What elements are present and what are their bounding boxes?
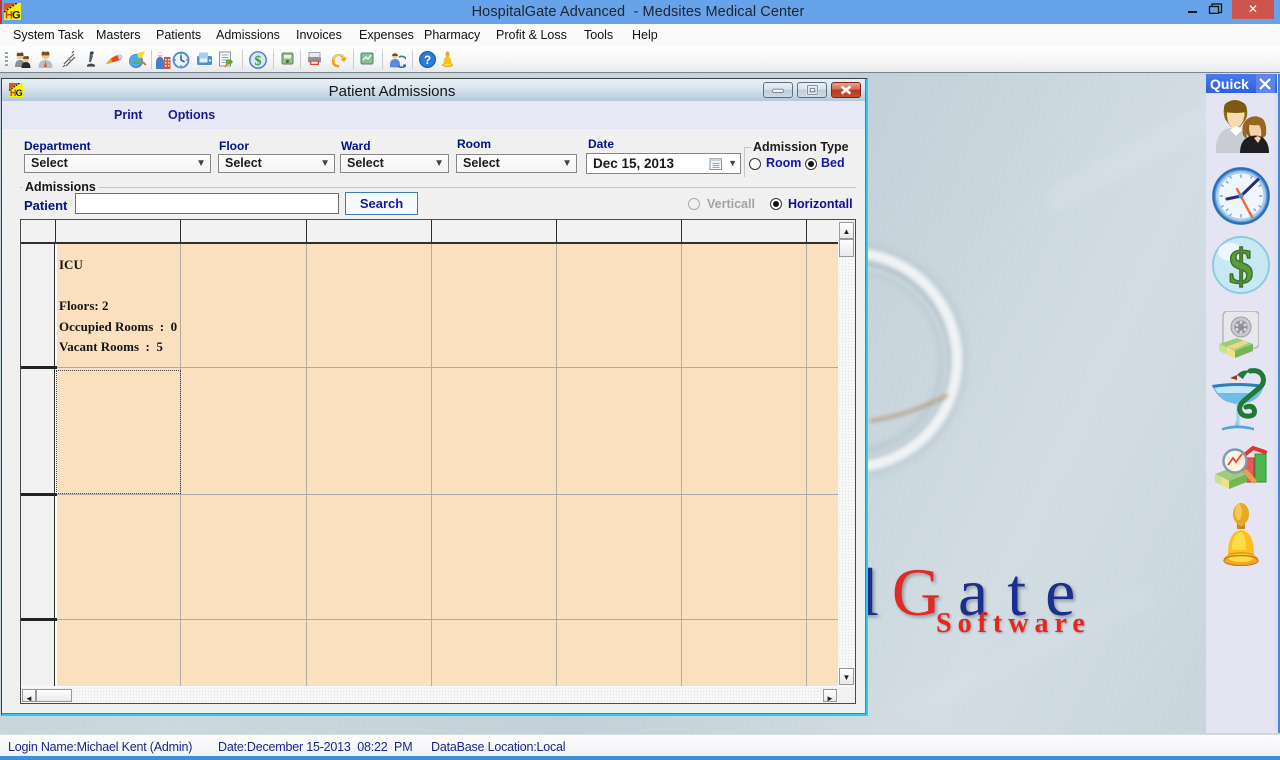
svg-text:$: $ bbox=[1229, 238, 1254, 294]
svg-text:?: ? bbox=[424, 55, 431, 67]
svg-text:$: $ bbox=[255, 54, 262, 69]
